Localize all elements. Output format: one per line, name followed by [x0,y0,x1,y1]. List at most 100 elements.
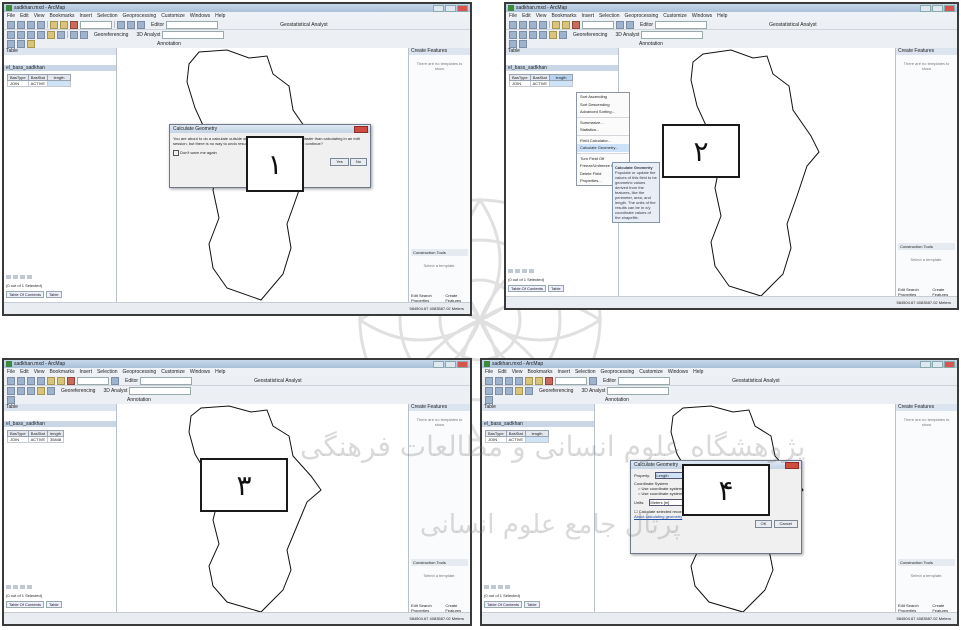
menu-item-statistics[interactable]: Statistics... [577,126,629,134]
menu-view[interactable]: View [512,368,523,376]
tab-create-features[interactable]: Create Features [445,603,468,613]
pan-icon[interactable] [27,30,35,39]
new-icon[interactable] [485,376,493,385]
geostatistical-label[interactable]: Geostatistical Analyst [254,378,302,384]
nav-next-icon[interactable] [522,269,527,273]
tab-edit-search[interactable]: Edit Search Properties [898,603,929,613]
analyst-3d-label[interactable]: 3D Analyst [136,32,160,38]
menu-customize[interactable]: Customize [639,368,663,376]
nav-next-icon[interactable] [498,585,503,589]
table-icon[interactable] [616,20,624,29]
zoom-out-icon[interactable] [17,386,25,395]
print-icon[interactable] [539,20,547,29]
menu-geoprocessing[interactable]: Geoprocessing [123,12,157,20]
analyst-3d-label[interactable]: 3D Analyst [615,32,639,38]
georeferencing-label[interactable]: Georeferencing [539,388,573,394]
menu-help[interactable]: Help [693,368,703,376]
tab-table[interactable]: Table [46,291,62,298]
draw-icon[interactable] [509,39,517,48]
table-icon[interactable] [111,376,119,385]
column-header[interactable]: BasType [485,430,507,437]
scale-combo[interactable] [80,20,112,29]
full-extent-icon[interactable] [539,30,547,39]
table-tab-name[interactable]: el_bass_sadkhan [4,65,116,71]
column-header[interactable]: BasType [7,430,29,437]
measure-icon[interactable] [70,30,78,39]
maximize-button[interactable] [932,361,943,368]
menu-view[interactable]: View [536,12,547,20]
table-row[interactable]: JOIN ACTIVE [485,436,550,443]
zoom-out-icon[interactable] [495,386,503,395]
menu-selection[interactable]: Selection [599,12,620,20]
menu-view[interactable]: View [34,12,45,20]
menu-customize[interactable]: Customize [161,368,185,376]
menu-bookmarks[interactable]: Bookmarks [551,12,576,20]
open-icon[interactable] [17,376,25,385]
delete-icon[interactable] [545,376,553,385]
pan-icon[interactable] [27,386,35,395]
full-extent-icon[interactable] [37,30,45,39]
identify-icon[interactable] [525,386,533,395]
nav-first-icon[interactable] [484,585,489,589]
annotation-label[interactable]: Annotation [127,397,151,403]
zoom-in-icon[interactable] [485,386,493,395]
geostatistical-label[interactable]: Geostatistical Analyst [732,378,780,384]
pan-icon[interactable] [505,386,513,395]
menu-insert[interactable]: Insert [79,368,92,376]
delete-icon[interactable] [572,20,580,29]
save-icon[interactable] [27,20,35,29]
identify-icon[interactable] [47,386,55,395]
print-icon[interactable] [515,376,523,385]
save-icon[interactable] [505,376,513,385]
draw-icon[interactable] [7,39,15,48]
table-tab-name[interactable]: el_bass_sadkhan [482,421,594,427]
tab-table-of-contents[interactable]: Table Of Contents [6,601,45,608]
select-icon[interactable] [37,386,45,395]
minimize-button[interactable] [920,5,931,12]
zoom-out-icon[interactable] [519,30,527,39]
open-icon[interactable] [495,376,503,385]
no-button[interactable]: No [349,158,367,166]
maximize-button[interactable] [932,5,943,12]
select-icon[interactable] [47,30,55,39]
menu-file[interactable]: File [7,368,15,376]
ok-button[interactable]: OK [754,520,773,528]
column-header[interactable]: BasStat [27,74,49,81]
new-icon[interactable] [509,20,517,29]
editor-combo[interactable] [166,20,219,29]
select-icon[interactable] [515,386,523,395]
draw-icon[interactable] [7,395,15,404]
tab-table-of-contents[interactable]: Table Of Contents [6,291,45,298]
select-icon[interactable] [549,30,557,39]
tab-table[interactable]: Table [524,601,540,608]
menu-view[interactable]: View [34,368,45,376]
menu-windows[interactable]: Windows [190,368,210,376]
menu-file[interactable]: File [509,12,517,20]
tab-table-of-contents[interactable]: Table Of Contents [508,285,547,292]
menu-insert[interactable]: Insert [581,12,594,20]
identify-icon[interactable] [57,30,65,39]
identify-icon[interactable] [559,30,567,39]
table-tab-name[interactable]: el_bass_sadkhan [4,421,116,427]
geostatistical-label[interactable]: Geostatistical Analyst [769,22,817,28]
nav-last-icon[interactable] [505,585,510,589]
layer-combo[interactable] [607,386,670,395]
dont-warn-checkbox[interactable] [173,150,179,156]
table-icon[interactable] [117,20,125,29]
nav-prev-icon[interactable] [491,585,496,589]
nav-prev-icon[interactable] [13,275,18,279]
save-icon[interactable] [529,20,537,29]
cut-icon[interactable] [552,20,560,29]
editor-combo[interactable] [655,20,708,29]
close-button[interactable] [457,5,468,12]
pan-icon[interactable] [529,30,537,39]
yes-button[interactable]: Yes [330,158,349,166]
menu-edit[interactable]: Edit [498,368,507,376]
zoom-in-icon[interactable] [7,386,15,395]
menu-insert[interactable]: Insert [79,12,92,20]
cut-icon[interactable] [47,376,55,385]
analyst-3d-label[interactable]: 3D Analyst [103,388,127,394]
use-frame-radio[interactable]: ○ [638,491,640,496]
new-icon[interactable] [7,376,15,385]
menu-file[interactable]: File [485,368,493,376]
